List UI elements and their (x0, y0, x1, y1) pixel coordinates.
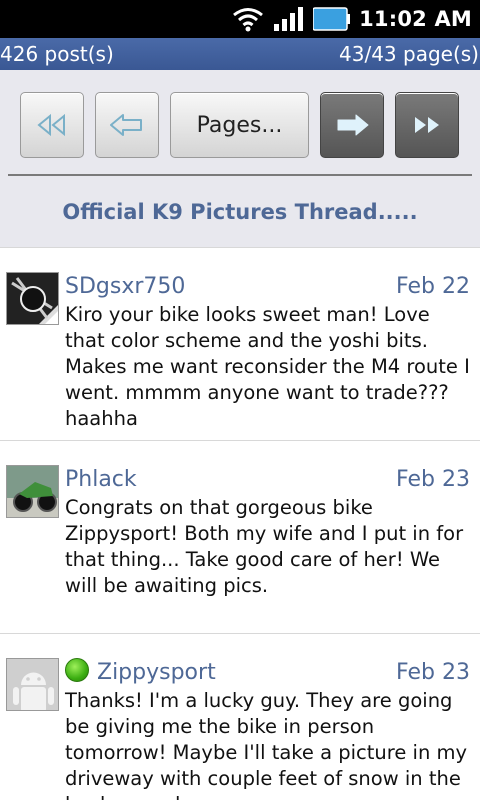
pages-button[interactable]: Pages... (170, 92, 309, 158)
arrow-right-icon (337, 114, 369, 136)
post-item[interactable]: Phlack Feb 23 Congrats on that gorgeous … (0, 465, 480, 610)
avatar[interactable] (6, 465, 59, 518)
page-count: 43/43 page(s) (339, 42, 479, 66)
post-author[interactable]: Phlack (65, 465, 137, 495)
signal-icon (274, 7, 304, 31)
wifi-icon (233, 8, 264, 32)
post-date: Feb 22 (396, 274, 470, 299)
post-item[interactable]: SDgsxr750 Feb 22 Kiro your bike looks sw… (0, 272, 480, 430)
arrow-left-icon (110, 114, 142, 136)
post-body: Congrats on that gorgeous bike Zippyspor… (65, 496, 464, 597)
post-divider (0, 247, 480, 248)
previous-page-button[interactable] (95, 92, 159, 158)
pagination-toolbar: Pages... Official K9 Pictures Thread....… (0, 70, 480, 248)
post-author[interactable]: Zippysport (65, 658, 216, 688)
online-status-icon (65, 658, 89, 682)
post-body: Kiro your bike looks sweet man! Love tha… (65, 303, 470, 430)
post-author[interactable]: SDgsxr750 (65, 272, 185, 302)
thread-title[interactable]: Official K9 Pictures Thread..... (0, 200, 480, 224)
last-page-button[interactable] (395, 92, 459, 158)
avatar-image (7, 466, 58, 517)
post-divider (0, 633, 480, 634)
post-count: 426 post(s) (0, 42, 114, 66)
clock: 11:02 AM (359, 7, 472, 31)
pages-button-label: Pages... (196, 112, 283, 138)
avatar[interactable] (6, 658, 59, 711)
status-icons: 11:02 AM (231, 0, 472, 38)
first-page-button[interactable] (20, 92, 84, 158)
post-item[interactable]: Zippysport Feb 23 Thanks! I'm a lucky gu… (0, 658, 480, 800)
post-divider (0, 440, 480, 441)
android-avatar-icon (7, 659, 58, 710)
avatar[interactable] (6, 272, 59, 325)
post-author-name[interactable]: Zippysport (97, 660, 216, 685)
post-body: Thanks! I'm a lucky guy. They are going … (65, 689, 468, 800)
thread-info-bar: 426 post(s) 43/43 page(s) (0, 38, 480, 70)
avatar-image (7, 273, 58, 324)
next-page-button[interactable] (320, 92, 384, 158)
battery-icon (313, 7, 351, 31)
double-arrow-right-icon (415, 117, 439, 133)
toolbar-divider (8, 174, 472, 176)
status-bar: 11:02 AM (0, 0, 480, 38)
post-date: Feb 23 (396, 467, 470, 492)
post-date: Feb 23 (396, 660, 470, 685)
double-arrow-left-icon (37, 113, 65, 137)
